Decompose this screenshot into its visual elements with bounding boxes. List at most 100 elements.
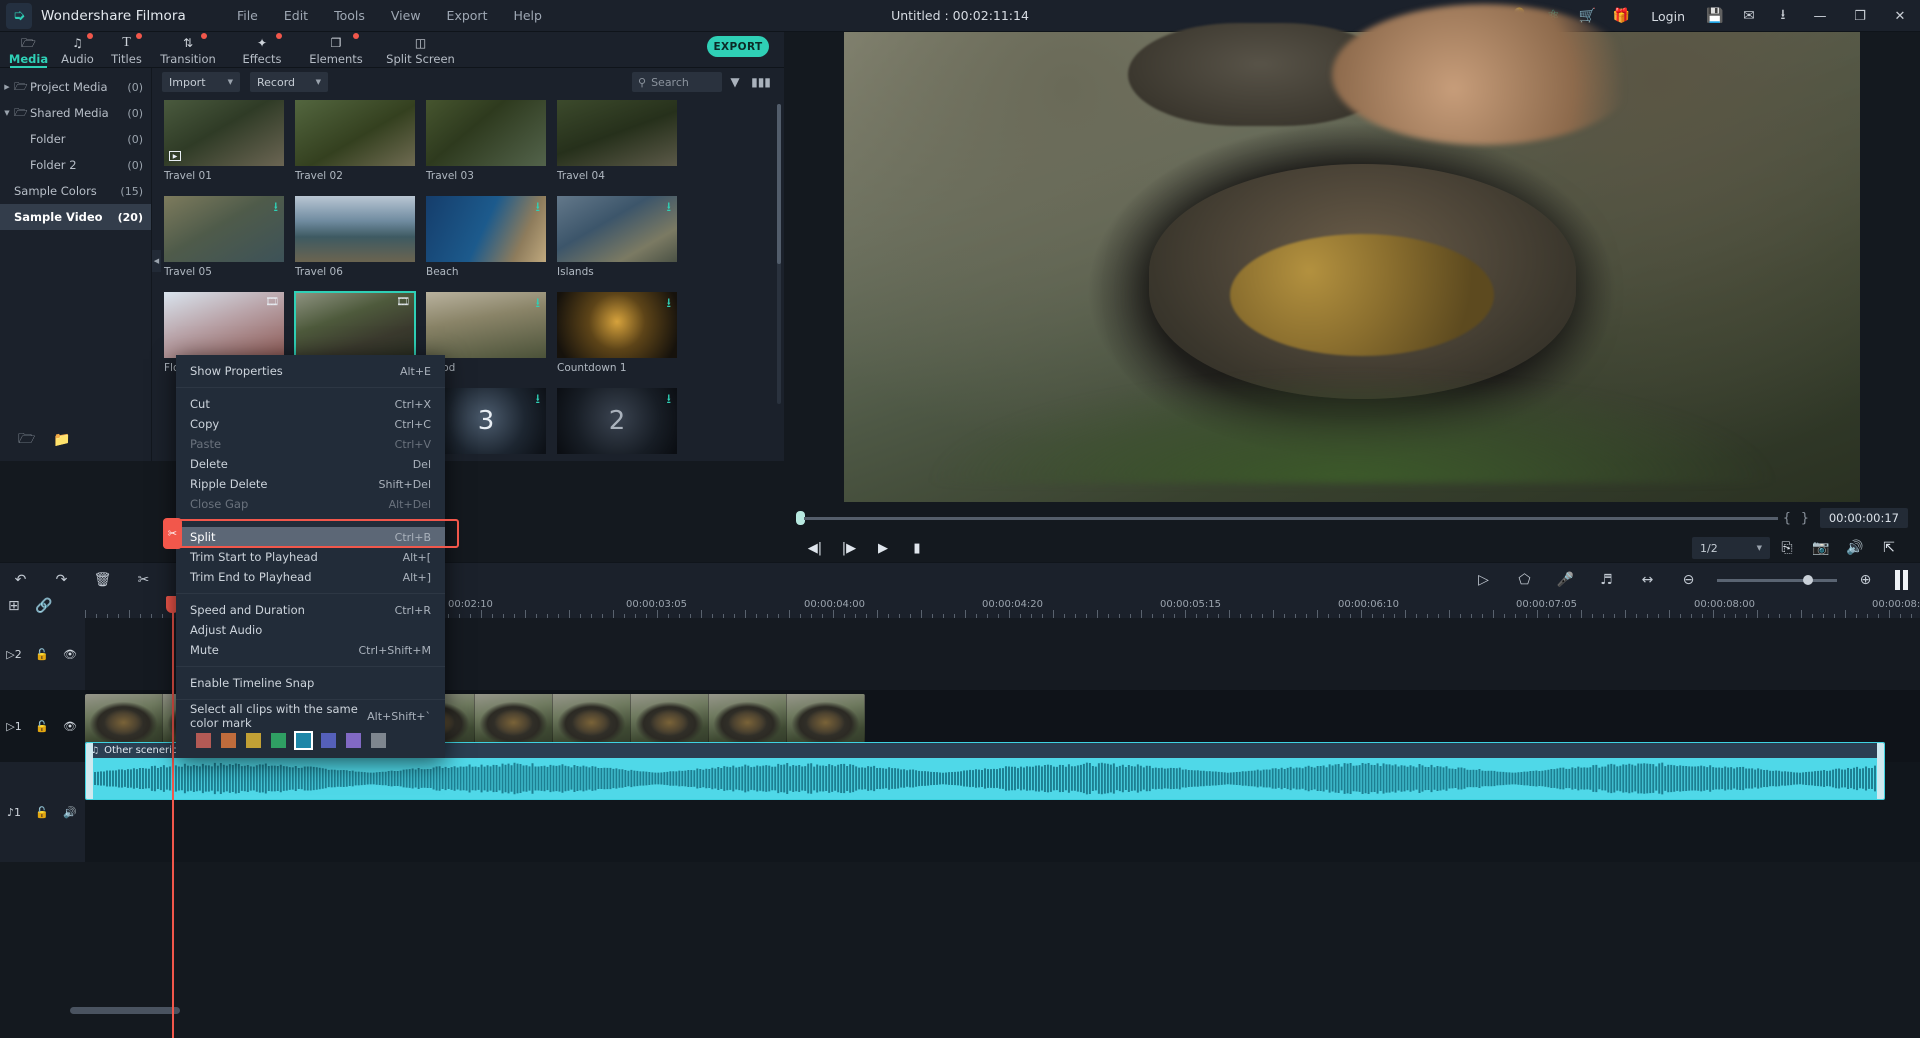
- context-menu-item-adjust-audio[interactable]: Adjust Audio: [176, 620, 445, 640]
- context-menu-item-cut[interactable]: Cut Ctrl+X: [176, 394, 445, 414]
- sidebar-item-folder[interactable]: Folder (0): [0, 126, 151, 152]
- fit-timeline-icon[interactable]: ↔: [1627, 572, 1668, 588]
- new-folder-icon[interactable]: 🗁: [18, 428, 35, 452]
- collapse-panel-icon[interactable]: ◀: [152, 250, 161, 272]
- preview-stage[interactable]: [844, 3, 1860, 502]
- audio-mixer-icon[interactable]: ♬: [1586, 572, 1627, 588]
- context-menu-item-split[interactable]: Split Ctrl+B: [176, 527, 445, 547]
- mail-icon[interactable]: ✉: [1732, 0, 1766, 32]
- undo-icon[interactable]: ↶: [0, 572, 41, 588]
- context-menu-item-mute[interactable]: Mute Ctrl+Shift+M: [176, 640, 445, 660]
- media-item[interactable]: Travel 02: [295, 100, 415, 182]
- marker-icon[interactable]: ⬠: [1504, 572, 1545, 588]
- prev-frame-icon[interactable]: ◀|: [798, 541, 832, 556]
- snapshot-export-icon[interactable]: ⎘: [1770, 540, 1804, 556]
- media-item[interactable]: Travel 03: [426, 100, 546, 182]
- color-mark-swatch-6[interactable]: [346, 733, 361, 748]
- preview-quality-dropdown[interactable]: 1/2 ▼: [1692, 537, 1770, 559]
- delete-icon[interactable]: 🗑: [82, 572, 123, 588]
- gift-icon[interactable]: 🎁: [1604, 0, 1638, 32]
- zoom-slider[interactable]: [1717, 575, 1837, 585]
- play-icon[interactable]: ▶: [866, 541, 900, 556]
- context-menu-item-copy[interactable]: Copy Ctrl+C: [176, 414, 445, 434]
- context-menu-item-delete[interactable]: Delete Del: [176, 454, 445, 474]
- context-menu-item-speed-and-duration[interactable]: Speed and Duration Ctrl+R: [176, 600, 445, 620]
- tab-split-screen[interactable]: ◫ Split Screen: [373, 32, 468, 68]
- maximize-icon[interactable]: ❐: [1840, 0, 1880, 32]
- download-badge-icon[interactable]: ⭳: [666, 297, 671, 310]
- unlock-icon[interactable]: 🔓: [28, 720, 56, 733]
- grid-view-icon[interactable]: ▮▮▮: [748, 75, 774, 89]
- stop-icon[interactable]: ▮: [900, 541, 934, 556]
- speaker-icon[interactable]: 🔊: [56, 806, 84, 819]
- media-grid-scrollbar[interactable]: [777, 104, 781, 404]
- scrollbar-thumb[interactable]: [70, 1007, 180, 1014]
- download-badge-icon[interactable]: ⭳: [535, 297, 540, 310]
- timeline-horizontal-scrollbar[interactable]: [70, 1007, 1910, 1014]
- zoom-out-icon[interactable]: ⊖: [1668, 572, 1709, 588]
- open-folder-icon[interactable]: 📁: [53, 432, 70, 448]
- progress-track[interactable]: [804, 516, 1778, 520]
- next-frame-icon[interactable]: |▶: [832, 541, 866, 556]
- volume-icon[interactable]: 🔊: [1838, 540, 1872, 556]
- context-menu-item-trim-start-to-playhead[interactable]: Trim Start to Playhead Alt+[: [176, 547, 445, 567]
- login-button[interactable]: Login: [1638, 9, 1698, 24]
- tab-media[interactable]: 🗁 Media: [4, 32, 53, 68]
- context-menu-item-select-all-clips-with-the-same-color-mark[interactable]: Select all clips with the same color mar…: [176, 702, 445, 730]
- download-badge-icon[interactable]: ⭳: [273, 201, 278, 214]
- tab-effects[interactable]: ✦ Effects: [225, 32, 299, 68]
- tab-elements[interactable]: ❐ Elements: [299, 32, 373, 68]
- scrollbar-thumb[interactable]: [777, 104, 781, 264]
- color-mark-swatch-2[interactable]: [246, 733, 261, 748]
- color-mark-swatch-0[interactable]: [196, 733, 211, 748]
- zoom-slider-handle[interactable]: [1803, 575, 1813, 585]
- link-icon[interactable]: 🔗: [35, 598, 52, 614]
- color-mark-swatch-7[interactable]: [371, 733, 386, 748]
- context-menu-item-enable-timeline-snap[interactable]: Enable Timeline Snap: [176, 673, 445, 693]
- menu-help[interactable]: Help: [500, 4, 555, 27]
- save-icon[interactable]: 💾: [1698, 0, 1732, 32]
- filter-icon[interactable]: ▼: [722, 75, 748, 89]
- clip-trim-handle-right[interactable]: [1877, 743, 1884, 799]
- unlock-icon[interactable]: 🔓: [28, 806, 56, 819]
- voiceover-icon[interactable]: 🎤: [1545, 572, 1586, 588]
- add-track-icon[interactable]: ⊞: [8, 598, 20, 614]
- context-menu-item-ripple-delete[interactable]: Ripple Delete Shift+Del: [176, 474, 445, 494]
- context-menu-item-trim-end-to-playhead[interactable]: Trim End to Playhead Alt+]: [176, 567, 445, 587]
- split-scissors-icon[interactable]: ✂: [123, 572, 164, 588]
- pause-marker-icon[interactable]: [1886, 570, 1916, 590]
- preview-progress-bar[interactable]: { } 00:00:00:17: [784, 502, 1920, 534]
- record-dropdown[interactable]: Record ▼: [250, 72, 328, 92]
- sidebar-item-sample-video[interactable]: Sample Video (20): [0, 204, 151, 230]
- media-item[interactable]: ⭳ Islands: [557, 196, 677, 278]
- zoom-in-icon[interactable]: ⊕: [1845, 572, 1886, 588]
- sidebar-item-sample-colors[interactable]: Sample Colors (15): [0, 178, 151, 204]
- eye-icon[interactable]: 👁: [56, 720, 84, 733]
- color-mark-swatch-3[interactable]: [271, 733, 286, 748]
- download-badge-icon[interactable]: ⭳: [535, 201, 540, 214]
- redo-icon[interactable]: ↷: [41, 572, 82, 588]
- media-item[interactable]: ▶ Travel 01: [164, 100, 284, 182]
- minimize-icon[interactable]: —: [1800, 0, 1840, 32]
- context-menu-item-show-properties[interactable]: Show Properties Alt+E: [176, 361, 445, 381]
- media-item[interactable]: ⭳ Countdown 1: [557, 292, 677, 374]
- menu-view[interactable]: View: [378, 4, 434, 27]
- export-button[interactable]: EXPORT: [707, 36, 769, 57]
- tab-audio[interactable]: ♫ Audio: [53, 32, 102, 68]
- menu-export[interactable]: Export: [434, 4, 501, 27]
- media-item[interactable]: ⭳ 2: [557, 388, 677, 454]
- unlock-icon[interactable]: 🔓: [28, 648, 56, 661]
- render-preview-icon[interactable]: ▷: [1463, 572, 1504, 588]
- close-icon[interactable]: ✕: [1880, 0, 1920, 32]
- import-dropdown[interactable]: Import ▼: [162, 72, 240, 92]
- download-icon[interactable]: ⭳: [1766, 0, 1800, 32]
- media-item[interactable]: Travel 04: [557, 100, 677, 182]
- chevron-right-icon[interactable]: ▶: [0, 83, 14, 91]
- sidebar-item-project-media[interactable]: ▶ 🗁 Project Media (0): [0, 74, 151, 100]
- media-item[interactable]: Travel 06: [295, 196, 415, 278]
- color-mark-swatch-4[interactable]: [294, 731, 313, 750]
- mark-out-icon[interactable]: }: [1796, 511, 1814, 526]
- clip-trim-handle-left[interactable]: [86, 743, 93, 799]
- camera-icon[interactable]: 📷: [1804, 540, 1838, 556]
- fullscreen-icon[interactable]: ⇱: [1872, 540, 1906, 556]
